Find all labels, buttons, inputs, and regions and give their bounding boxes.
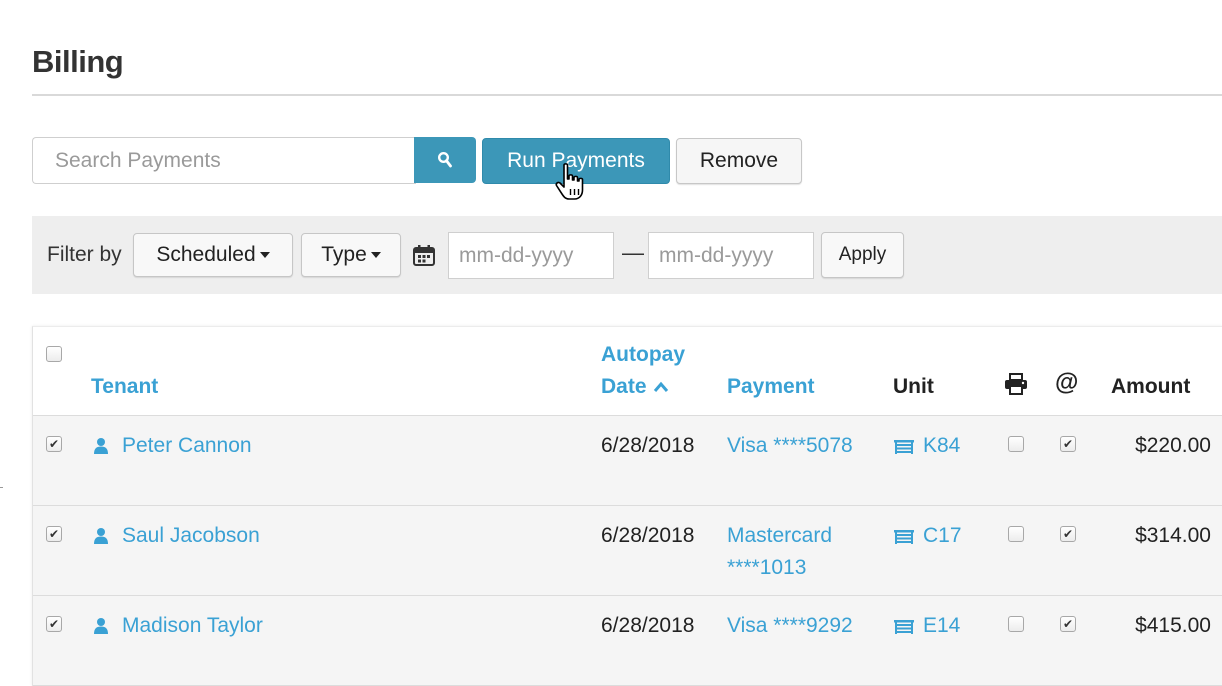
user-icon bbox=[94, 528, 108, 544]
amount-value: $415.00 bbox=[1135, 614, 1211, 637]
search-input[interactable] bbox=[32, 137, 416, 184]
remove-button[interactable]: Remove bbox=[676, 138, 802, 184]
email-column-header: @ bbox=[1055, 369, 1079, 396]
payment-method-link[interactable]: Visa ****5078 bbox=[727, 430, 853, 462]
payment-method-link[interactable]: Visa ****9292 bbox=[727, 610, 853, 642]
user-icon bbox=[94, 438, 108, 454]
table-row[interactable]: Madison Taylor 6/28/2018 Visa ****9292 E… bbox=[33, 596, 1222, 686]
apply-button[interactable]: Apply bbox=[821, 232, 904, 278]
row-select-checkbox[interactable] bbox=[46, 436, 62, 452]
unit-link[interactable]: C17 bbox=[923, 520, 962, 552]
unit-icon bbox=[894, 620, 914, 634]
table-header: Tenant Autopay Date Payment Unit @ Amoun… bbox=[33, 327, 1222, 416]
unit-icon bbox=[894, 530, 914, 544]
payment-method-line1: Visa ****9292 bbox=[727, 614, 853, 637]
type-dropdown-label: Type bbox=[321, 243, 367, 266]
table-row[interactable]: Peter Cannon 6/28/2018 Visa ****5078 K84… bbox=[33, 416, 1222, 506]
hand-pointer-cursor-icon bbox=[555, 163, 584, 200]
autopay-date: 6/28/2018 bbox=[601, 524, 695, 547]
tenant-name-link[interactable]: Peter Cannon bbox=[122, 430, 252, 462]
filter-bar: Filter by Scheduled Type — Apply bbox=[32, 216, 1222, 294]
date-from-input[interactable] bbox=[448, 232, 614, 279]
payment-method-line2: ****1013 bbox=[727, 556, 807, 579]
print-checkbox[interactable] bbox=[1008, 616, 1024, 632]
select-all-checkbox[interactable] bbox=[46, 346, 62, 362]
amount-value: $314.00 bbox=[1135, 524, 1211, 547]
payment-method-line1: Visa ****5078 bbox=[727, 434, 853, 457]
row-select-checkbox[interactable] bbox=[46, 526, 62, 542]
scheduled-dropdown[interactable]: Scheduled bbox=[133, 233, 293, 277]
edge-mark bbox=[0, 487, 3, 488]
printer-icon bbox=[1005, 373, 1027, 395]
tenant-column-header[interactable]: Tenant bbox=[91, 371, 158, 403]
date-range-separator: — bbox=[622, 240, 644, 265]
title-divider bbox=[32, 94, 1222, 96]
row-select-checkbox[interactable] bbox=[46, 616, 62, 632]
search-icon bbox=[437, 151, 452, 168]
amount-column-header: Amount bbox=[1111, 375, 1191, 398]
unit-link[interactable]: K84 bbox=[923, 430, 960, 462]
filter-label: Filter by bbox=[47, 243, 122, 266]
autopay-date: 6/28/2018 bbox=[601, 614, 695, 637]
user-icon bbox=[94, 618, 108, 634]
page-title: Billing bbox=[32, 44, 124, 79]
caret-down-icon bbox=[370, 252, 381, 258]
unit-column-header: Unit bbox=[893, 375, 934, 398]
print-checkbox[interactable] bbox=[1008, 436, 1024, 452]
unit-icon bbox=[894, 440, 914, 454]
payment-method-line1: Mastercard bbox=[727, 524, 833, 547]
autopay-header-line2: Date bbox=[601, 375, 647, 398]
payment-column-header[interactable]: Payment bbox=[727, 371, 815, 403]
date-to-input[interactable] bbox=[648, 232, 814, 279]
tenant-name-link[interactable]: Madison Taylor bbox=[122, 610, 263, 642]
type-dropdown[interactable]: Type bbox=[301, 233, 401, 277]
unit-link[interactable]: E14 bbox=[923, 610, 960, 642]
calendar-icon bbox=[413, 245, 435, 266]
table-row[interactable]: Saul Jacobson 6/28/2018 Mastercard ****1… bbox=[33, 506, 1222, 596]
print-checkbox[interactable] bbox=[1008, 526, 1024, 542]
email-checkbox[interactable] bbox=[1060, 436, 1076, 452]
autopay-header-line1: Autopay bbox=[601, 343, 685, 366]
scheduled-dropdown-label: Scheduled bbox=[156, 243, 256, 266]
search-button[interactable] bbox=[414, 137, 476, 183]
sort-ascending-chevron-icon bbox=[653, 381, 668, 392]
amount-value: $220.00 bbox=[1135, 434, 1211, 457]
autopay-date-column-header[interactable]: Autopay Date bbox=[601, 339, 685, 403]
email-checkbox[interactable] bbox=[1060, 616, 1076, 632]
email-checkbox[interactable] bbox=[1060, 526, 1076, 542]
autopay-date: 6/28/2018 bbox=[601, 434, 695, 457]
payment-method-link[interactable]: Mastercard ****1013 bbox=[727, 520, 832, 584]
payments-table: Tenant Autopay Date Payment Unit @ Amoun… bbox=[32, 326, 1222, 686]
caret-down-icon bbox=[259, 252, 270, 258]
tenant-name-link[interactable]: Saul Jacobson bbox=[122, 520, 260, 552]
